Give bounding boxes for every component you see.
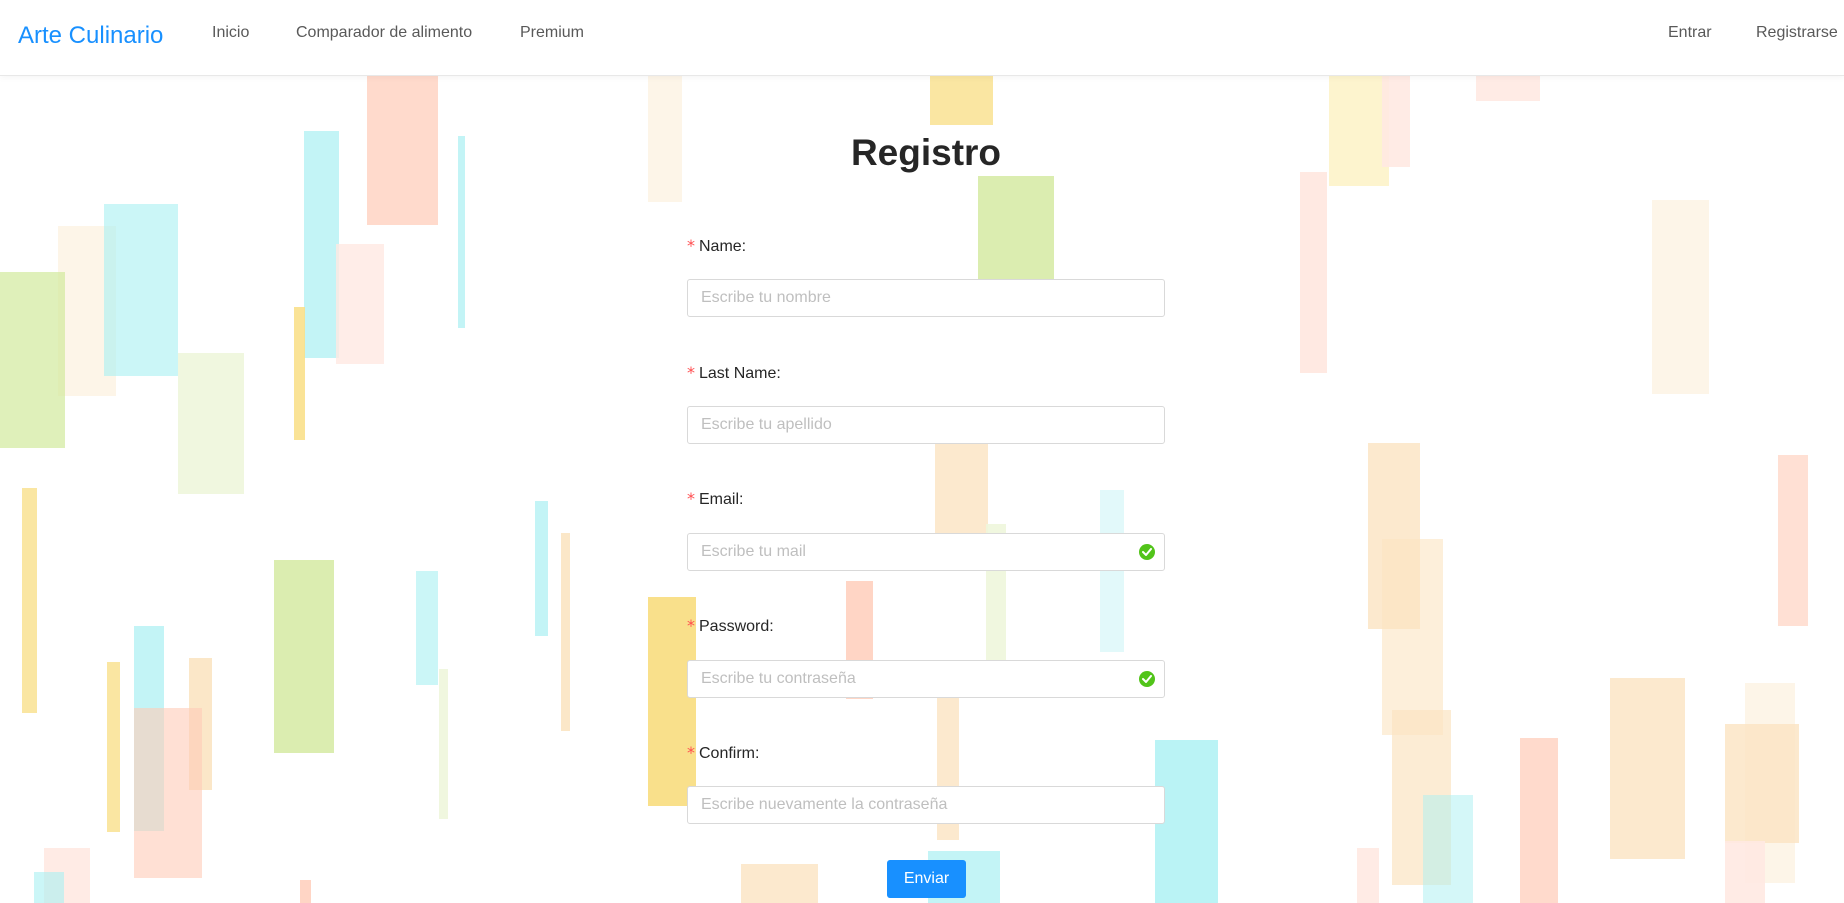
decor-rect (741, 864, 818, 903)
name-input[interactable] (687, 279, 1165, 317)
decor-rect (1382, 539, 1443, 735)
decor-rect (34, 872, 64, 903)
last-name-label: * Last Name: (687, 363, 781, 383)
nav-item-premium[interactable]: Premium (520, 24, 584, 42)
decor-rect (1520, 738, 1558, 903)
required-marker: * (687, 743, 695, 762)
decor-rect (439, 669, 448, 819)
decor-rect (1476, 76, 1540, 101)
decor-rect (178, 353, 244, 494)
last-name-label-text: Last Name: (699, 365, 781, 382)
nav-item-comparador[interactable]: Comparador de alimento (296, 24, 472, 42)
decor-rect (1610, 678, 1685, 859)
decor-rect (0, 272, 65, 448)
decor-rect (304, 131, 339, 358)
decor-rect (134, 708, 202, 878)
decor-rect (1357, 848, 1379, 903)
decor-rect (1725, 724, 1799, 843)
decor-rect (1652, 200, 1709, 394)
top-navbar: Arte Culinario Inicio Comparador de alim… (0, 0, 1844, 76)
last-name-input[interactable] (687, 406, 1165, 444)
decor-rect (367, 76, 438, 225)
decor-rect (1100, 490, 1124, 652)
required-marker: * (687, 236, 695, 255)
decor-rect (561, 533, 570, 731)
decor-rect (535, 501, 548, 636)
confirm-label-text: Confirm: (699, 745, 760, 762)
background-decoration (0, 76, 1844, 903)
nav-item-registrarse[interactable]: Registrarse (1756, 24, 1838, 42)
required-marker: * (687, 363, 695, 382)
password-label: * Password: (687, 616, 774, 636)
password-label-text: Password: (699, 618, 774, 635)
required-marker: * (687, 489, 695, 508)
confirm-password-input[interactable] (687, 786, 1165, 824)
email-input[interactable] (687, 533, 1165, 571)
decor-rect (1778, 455, 1808, 626)
confirm-label: * Confirm: (687, 743, 759, 763)
submit-button[interactable]: Enviar (887, 860, 966, 898)
decor-rect (336, 244, 384, 364)
decor-rect (416, 571, 438, 685)
page-title: Registro (850, 132, 1002, 173)
decor-rect (300, 880, 311, 903)
check-circle-icon (1139, 544, 1155, 560)
decor-rect (104, 204, 178, 376)
decor-rect (1382, 76, 1410, 167)
decor-rect (1423, 795, 1473, 903)
decor-rect (22, 488, 37, 713)
decor-rect (1300, 172, 1327, 373)
decor-rect (294, 307, 305, 440)
check-circle-icon (1139, 671, 1155, 687)
email-label-text: Email: (699, 491, 744, 508)
name-label-text: Name: (699, 238, 747, 255)
password-input[interactable] (687, 660, 1165, 698)
brand-logo-link[interactable]: Arte Culinario (18, 22, 163, 50)
nav-item-inicio[interactable]: Inicio (212, 24, 249, 42)
decor-rect (1329, 76, 1389, 186)
decor-rect (1725, 841, 1765, 903)
decor-rect (274, 560, 334, 753)
decor-rect (930, 76, 993, 125)
required-marker: * (687, 616, 695, 635)
name-label: * Name: (687, 236, 746, 256)
decor-rect (107, 662, 120, 832)
decor-rect (648, 76, 682, 202)
decor-rect (458, 136, 465, 328)
nav-item-entrar[interactable]: Entrar (1668, 24, 1712, 42)
email-label: * Email: (687, 489, 743, 509)
